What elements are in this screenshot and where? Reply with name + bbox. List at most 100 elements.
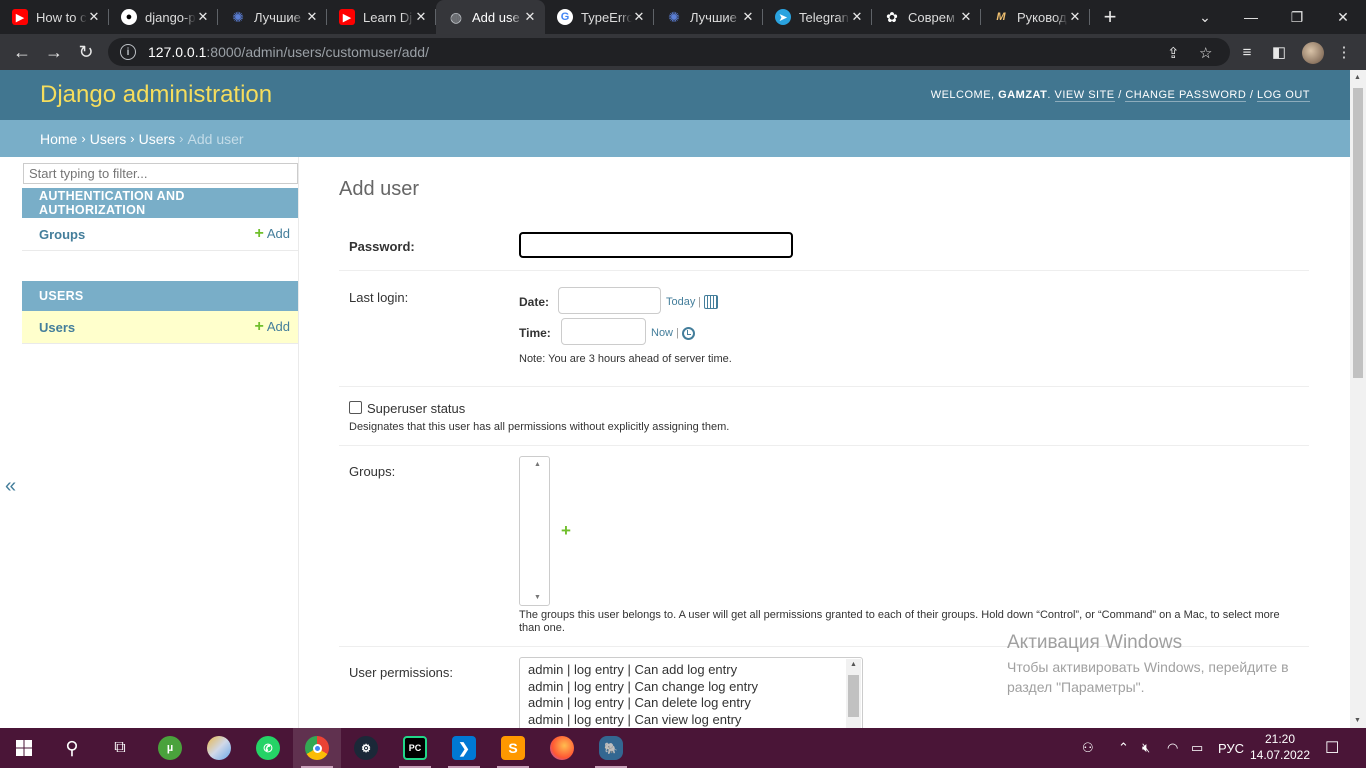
password-field[interactable] [519,232,793,258]
people-icon[interactable]: ⚇ [1082,728,1094,768]
now-link[interactable]: Now [651,327,673,339]
browser-tab[interactable]: G TypeErro ✕ [545,0,654,34]
close-tab-icon[interactable]: ✕ [523,9,537,25]
scroll-up-icon[interactable]: ▲ [1354,74,1361,81]
add-icon: + [254,225,264,242]
browser-tab[interactable]: ✺ Лучшие ✕ [654,0,763,34]
notification-icon[interactable]: ☐ [1325,728,1339,768]
taskbar-pycharm[interactable]: PC [391,728,439,768]
share-icon[interactable]: ⇪ [1167,44,1180,62]
site-info-icon[interactable]: i [120,44,136,60]
scroll-up-icon[interactable]: ▲ [534,461,541,468]
browser-tab[interactable]: ▶ How to c ✕ [0,0,109,34]
change-password-link[interactable]: Change password [1125,89,1247,102]
close-tab-icon[interactable]: ✕ [959,9,973,25]
add-groups-link[interactable]: + Add [255,225,290,243]
user-permissions-select[interactable]: admin | log entry | Can add log entry ad… [519,657,863,728]
browser-tab[interactable]: ✿ Соврем ✕ [872,0,981,34]
permission-option[interactable]: admin | log entry | Can add log entry [528,662,854,679]
close-tab-icon[interactable]: ✕ [1068,9,1082,25]
browser-tab[interactable]: M Руковод ✕ [981,0,1090,34]
model-link-groups[interactable]: Groups [39,227,85,242]
battery-icon[interactable]: ▭ [1191,728,1203,768]
scroll-down-icon[interactable]: ▼ [1354,717,1361,724]
browser-tab-active[interactable]: ◍ Add use ✕ [436,0,545,34]
taskbar-steam[interactable]: ⚙ [342,728,390,768]
volume-muted-icon[interactable]: 🔇︎ [1142,728,1150,768]
date-field[interactable] [558,287,661,314]
profile-avatar[interactable] [1302,42,1324,64]
close-tab-icon[interactable]: ✕ [196,9,210,25]
scroll-up-icon[interactable]: ▲ [850,661,857,668]
close-tab-icon[interactable]: ✕ [850,9,864,25]
toggle-nav-sidebar-button[interactable]: « [5,475,16,498]
reload-button[interactable]: ↻ [72,38,100,66]
task-view-button[interactable]: ⧉ [96,728,144,768]
menu-icon[interactable]: ⋮ [1334,42,1354,62]
taskbar-utorrent[interactable]: µ [146,728,194,768]
breadcrumb-model[interactable]: Users [139,131,176,147]
today-link[interactable]: Today [666,296,695,308]
page-scrollbar[interactable]: ▲ ▼ [1350,70,1366,728]
bookmark-star-icon[interactable]: ☆ [1199,44,1212,62]
taskbar-chrome[interactable] [293,728,341,768]
app-caption-users[interactable]: USERS [22,281,298,311]
model-link-users[interactable]: Users [39,320,75,335]
taskbar-whatsapp[interactable]: ✆ [244,728,292,768]
taskbar-sublime[interactable]: S [489,728,537,768]
scrollbar-thumb[interactable] [848,675,859,717]
taskbar-clock[interactable]: 21:20 14.07.2022 [1248,731,1312,763]
permission-option[interactable]: admin | log entry | Can delete log entry [528,695,854,712]
tab-search-icon[interactable]: ⌄ [1182,0,1228,34]
maximize-button[interactable]: ❐ [1274,0,1320,34]
browser-tab[interactable]: ▶ Learn Dj ✕ [327,0,436,34]
add-group-icon[interactable]: + [561,521,571,541]
address-bar[interactable]: i 127.0.0.1:8000/admin/users/customuser/… [108,38,1230,66]
browser-tab[interactable]: ● django-p ✕ [109,0,218,34]
taskbar-vscode[interactable]: ❯ [440,728,488,768]
input-language[interactable]: РУС [1218,728,1244,768]
scroll-down-icon[interactable]: ▼ [534,594,541,601]
browser-tab[interactable]: ✺ Лучшие ✕ [218,0,327,34]
taskbar-paint[interactable] [195,728,243,768]
forward-button[interactable]: → [40,38,68,66]
add-icon: + [254,318,264,335]
log-out-link[interactable]: Log out [1256,89,1310,102]
superuser-help: Designates that this user has all permis… [349,421,730,433]
side-panel-icon[interactable]: ◧ [1269,42,1289,62]
scrollbar-thumb[interactable] [1353,88,1363,378]
minimize-button[interactable]: — [1228,0,1274,34]
site-branding[interactable]: Django administration [40,81,272,109]
time-field[interactable] [561,318,646,345]
media-control-icon[interactable]: ≡ [1237,42,1257,62]
superuser-checkbox[interactable] [349,401,362,414]
app-caption-auth[interactable]: AUTHENTICATION AND AUTHORIZATION [22,188,298,218]
view-site-link[interactable]: View site [1054,89,1115,102]
superuser-label[interactable]: Superuser status [367,401,465,416]
calendar-icon[interactable] [704,295,718,309]
breadcrumb-home[interactable]: Home [40,131,77,147]
close-window-button[interactable]: ✕ [1320,0,1366,34]
close-tab-icon[interactable]: ✕ [414,9,428,25]
select-scrollbar[interactable]: ▲ [846,659,861,728]
close-tab-icon[interactable]: ✕ [87,9,101,25]
add-users-link[interactable]: + Add [255,318,290,336]
back-button[interactable]: ← [8,38,36,66]
browser-tab[interactable]: ➤ Telegran ✕ [763,0,872,34]
show-hidden-icons[interactable]: ⌃ [1118,728,1129,768]
wifi-icon[interactable]: ◠ [1167,728,1178,768]
clock-icon[interactable] [682,327,695,340]
close-tab-icon[interactable]: ✕ [741,9,755,25]
permission-option[interactable]: admin | log entry | Can view log entry [528,712,854,729]
search-button[interactable]: ⚲ [48,728,96,768]
nav-filter-input[interactable] [23,163,298,184]
taskbar-firefox[interactable] [538,728,586,768]
taskbar-pgadmin[interactable]: 🐘 [587,728,635,768]
new-tab-button[interactable]: + [1090,0,1130,34]
close-tab-icon[interactable]: ✕ [305,9,319,25]
close-tab-icon[interactable]: ✕ [632,9,646,25]
permission-option[interactable]: admin | log entry | Can change log entry [528,679,854,696]
breadcrumb-app[interactable]: Users [90,131,127,147]
start-button[interactable] [0,728,48,768]
groups-select[interactable]: ▲ ▼ [519,456,550,606]
